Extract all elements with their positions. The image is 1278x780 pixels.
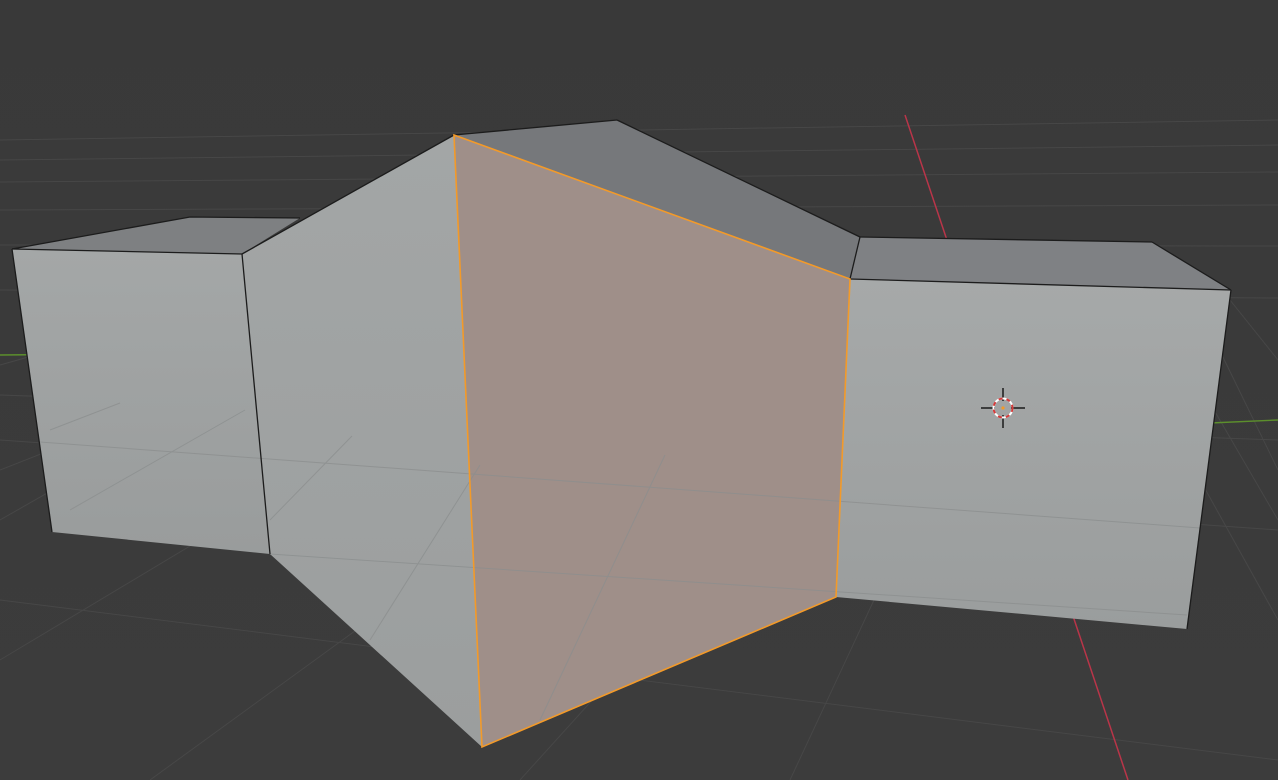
left-box-front-face[interactable] [12, 249, 270, 554]
right-box-front-face[interactable] [836, 279, 1231, 629]
viewport-canvas[interactable] [0, 0, 1278, 780]
3d-viewport[interactable] [0, 0, 1278, 780]
